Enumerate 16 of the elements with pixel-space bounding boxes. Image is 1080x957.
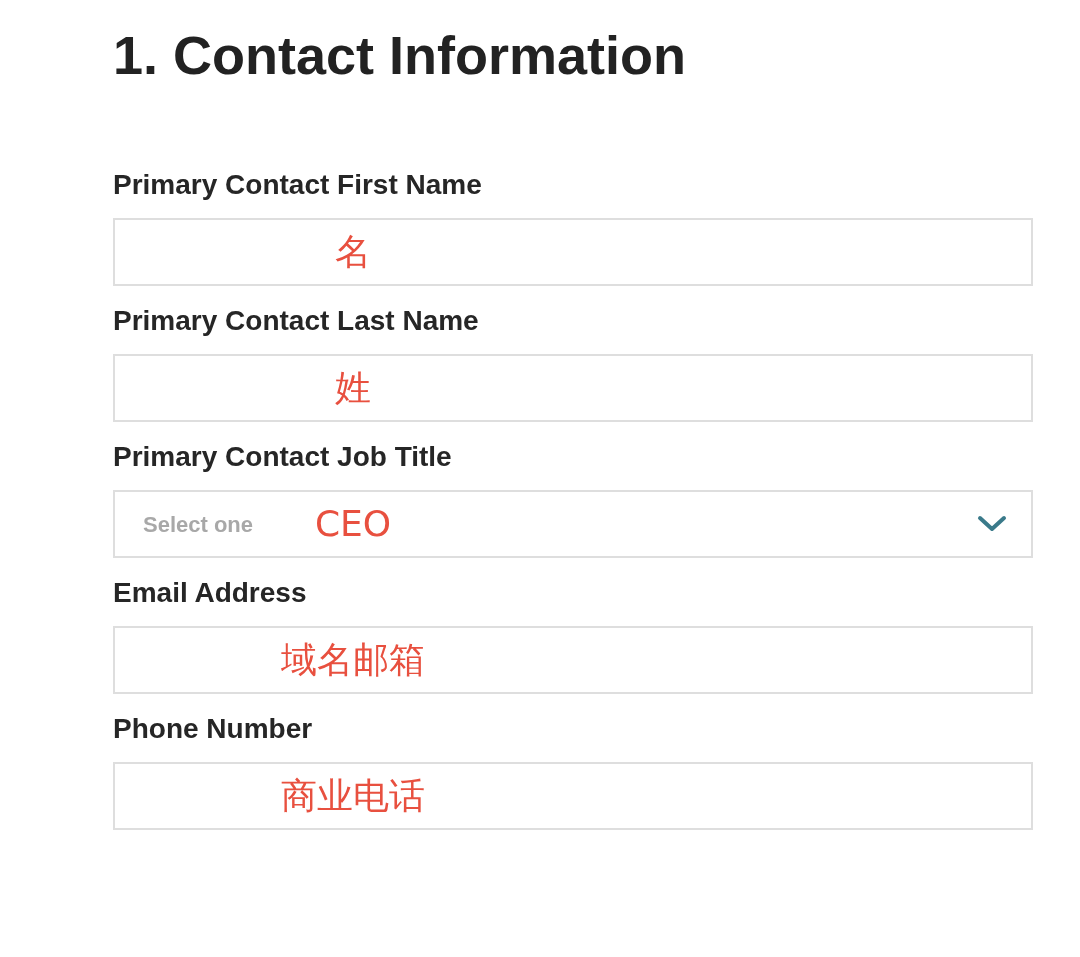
annotation-text: CEO	[313, 504, 393, 544]
field-label: Phone Number	[113, 712, 314, 746]
input-field[interactable]	[113, 762, 1033, 830]
chevron-down-icon	[977, 515, 1007, 533]
input-field[interactable]	[113, 354, 1033, 422]
field-label: Primary Contact First Name	[113, 168, 483, 202]
annotation-text: 姓	[334, 368, 372, 408]
annotation-text: 域名邮箱	[280, 640, 426, 680]
field-label: Primary Contact Last Name	[113, 304, 480, 338]
annotation-text: 名	[334, 232, 372, 272]
input-field[interactable]	[113, 218, 1033, 286]
field-label: Email Address	[113, 576, 308, 610]
input-field[interactable]	[113, 626, 1033, 694]
field-label: Primary Contact Job Title	[113, 440, 453, 474]
section-heading: 1. Contact Information	[113, 24, 687, 87]
annotation-text: 商业电话	[280, 776, 426, 816]
